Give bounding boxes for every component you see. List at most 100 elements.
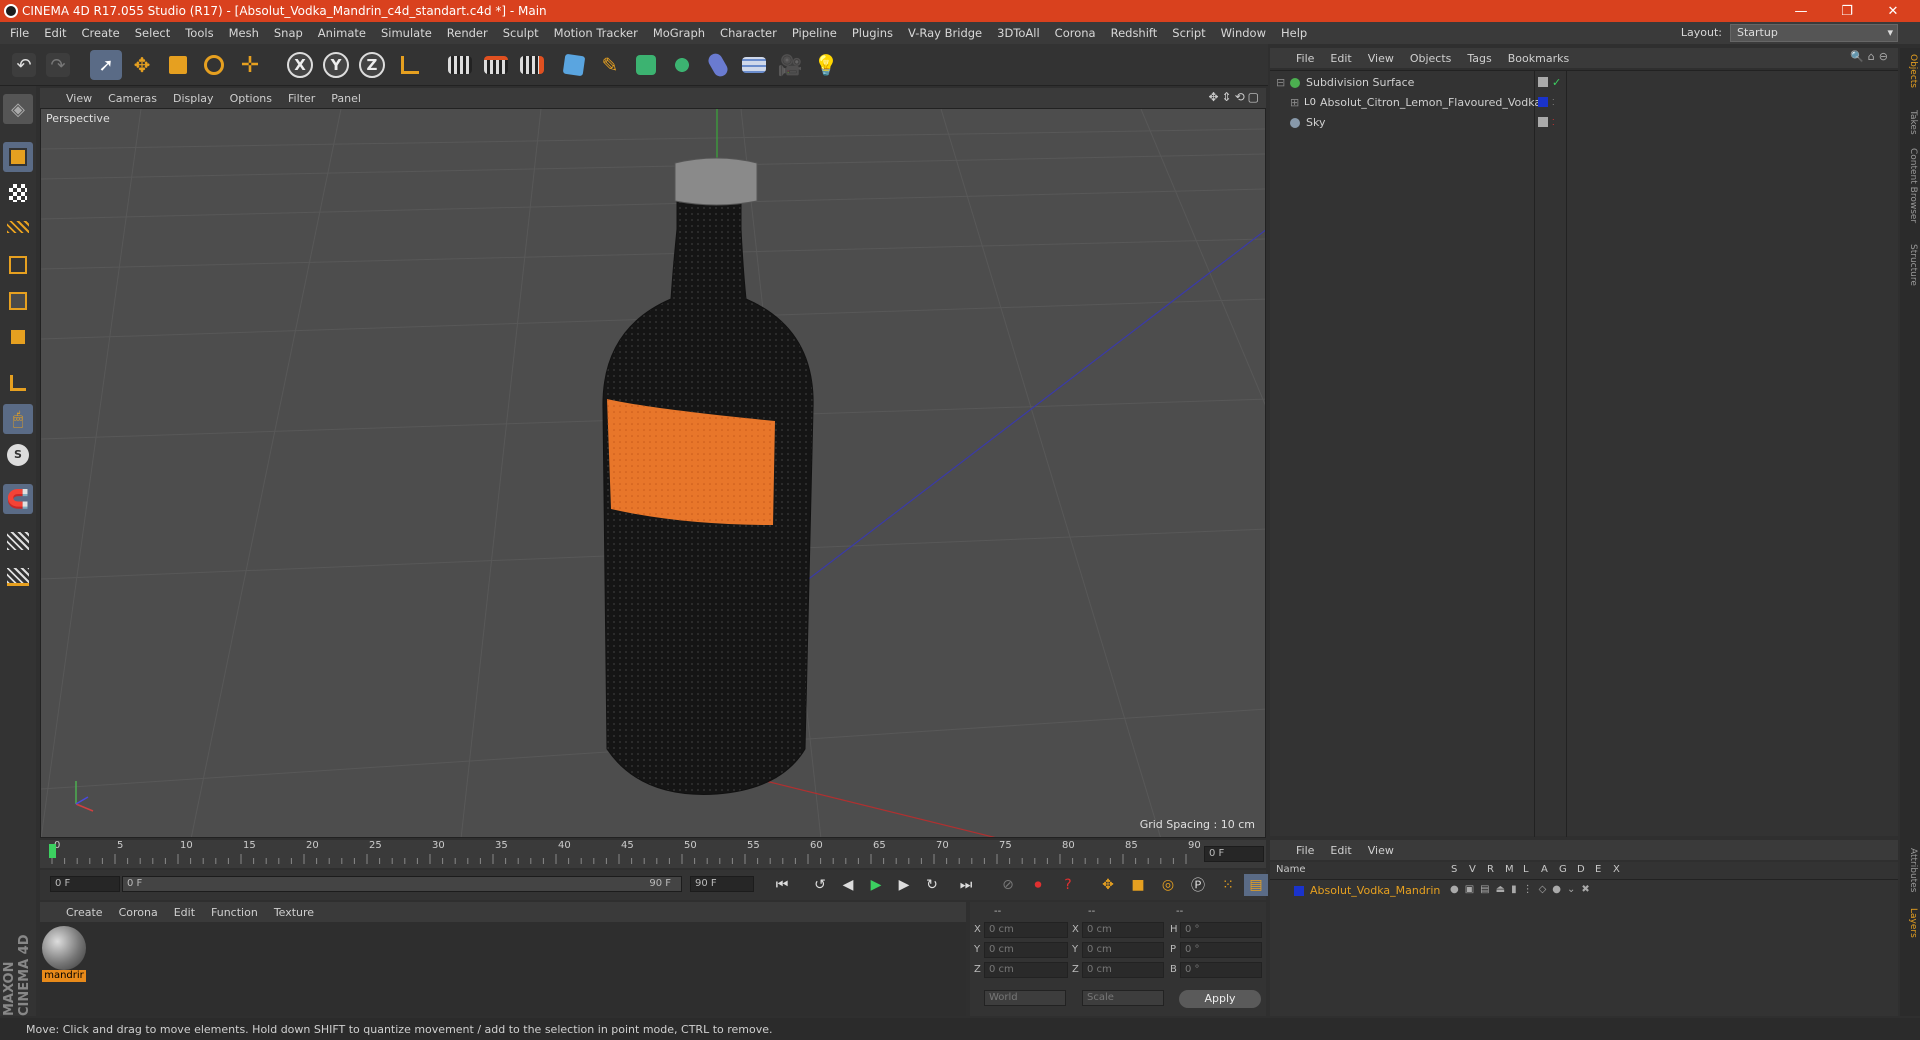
menu-vray-bridge[interactable]: V-Ray Bridge — [908, 26, 982, 40]
next-key-button[interactable]: ↻ — [920, 874, 944, 896]
key-rotation-button[interactable]: ◎ — [1156, 874, 1180, 896]
next-frame-button[interactable]: ▶ — [892, 874, 916, 896]
viewport-menu-view[interactable]: View — [66, 92, 92, 105]
close-button[interactable]: ✕ — [1870, 0, 1916, 22]
visibility-dots-icon[interactable]: ⁚ — [1552, 113, 1555, 133]
menu-motion-tracker[interactable]: Motion Tracker — [554, 26, 638, 40]
restore-button[interactable]: ❐ — [1824, 0, 1870, 22]
subdivision-button[interactable] — [630, 50, 662, 80]
menu-edit[interactable]: Edit — [44, 26, 66, 40]
workplane-button[interactable] — [3, 212, 33, 242]
menu-script[interactable]: Script — [1172, 26, 1205, 40]
material-menu-edit[interactable]: Edit — [174, 906, 195, 919]
object-manager-search-icon[interactable]: 🔍⌂⊖ — [1850, 50, 1892, 63]
start-frame-field[interactable]: 0 F — [50, 876, 120, 892]
move-tool-button[interactable]: ✥ — [126, 50, 158, 80]
rot-p-field[interactable]: 0 ° — [1180, 942, 1262, 958]
polygons-mode-button[interactable] — [3, 322, 33, 352]
live-select-button[interactable]: ✛ — [234, 50, 266, 80]
tab-structure[interactable]: Structure — [1902, 244, 1918, 286]
play-button[interactable]: ▶ — [864, 874, 888, 896]
texture-mode-button[interactable] — [3, 178, 33, 208]
playhead[interactable] — [49, 844, 56, 858]
object-menu-objects[interactable]: Objects — [1410, 52, 1452, 65]
menu-help[interactable]: Help — [1281, 26, 1307, 40]
points-mode-button[interactable] — [3, 250, 33, 280]
key-position-button[interactable]: ✥ — [1096, 874, 1120, 896]
mograph-cloner-button[interactable] — [666, 50, 698, 80]
light-button[interactable]: 💡 — [810, 50, 842, 80]
object-row[interactable]: ⊞ L0 Absolut_Citron_Lemon_Flavoured_Vodk… — [1270, 93, 1898, 113]
expand-toggle-icon[interactable]: ⊞ — [1290, 93, 1299, 113]
timeline-ruler[interactable]: 0 5 10 15 20 25 30 35 40 45 50 55 60 65 70 75 80 85 90 0 F — [40, 840, 1266, 868]
viewport-menu-options[interactable]: Options — [230, 92, 272, 105]
viewport-menu-panel[interactable]: Panel — [331, 92, 361, 105]
axis-mode-button[interactable] — [3, 368, 33, 398]
size-y-field[interactable]: 0 cm — [1082, 942, 1164, 958]
rot-h-field[interactable]: 0 ° — [1180, 922, 1262, 938]
key-pla-button[interactable]: ⁙ — [1216, 874, 1240, 896]
camera-button[interactable]: 🎥 — [774, 50, 806, 80]
rotate-tool-button[interactable] — [198, 50, 230, 80]
floor-button[interactable] — [738, 50, 770, 80]
redo-button[interactable]: ↷ — [42, 50, 74, 80]
menu-create[interactable]: Create — [82, 26, 120, 40]
size-x-field[interactable]: 0 cm — [1082, 922, 1164, 938]
make-editable-button[interactable]: ◈ — [3, 94, 33, 124]
go-to-start-button[interactable]: ⏮ — [770, 874, 794, 896]
visibility-dots-icon[interactable]: ⁚ — [1552, 93, 1555, 113]
menu-character[interactable]: Character — [720, 26, 777, 40]
select-tool-button[interactable]: ➚ — [90, 50, 122, 80]
render-view-button[interactable] — [444, 50, 476, 80]
object-row[interactable]: Sky ⁚ — [1270, 113, 1898, 133]
tab-content-browser[interactable]: Content Browser — [1902, 148, 1918, 223]
material-menu-function[interactable]: Function — [211, 906, 258, 919]
menu-pipeline[interactable]: Pipeline — [792, 26, 837, 40]
menu-select[interactable]: Select — [135, 26, 170, 40]
menu-snap[interactable]: Snap — [274, 26, 303, 40]
menu-animate[interactable]: Animate — [318, 26, 366, 40]
current-frame-field[interactable]: 0 F — [1204, 846, 1264, 862]
viewport-menu-cameras[interactable]: Cameras — [108, 92, 157, 105]
end-frame-field[interactable]: 90 F — [690, 876, 754, 892]
menu-window[interactable]: Window — [1221, 26, 1266, 40]
record-button[interactable]: ⏺ — [1026, 874, 1050, 896]
tab-layers[interactable]: Layers — [1902, 908, 1918, 938]
magnet-button[interactable]: 🧲 — [3, 484, 33, 514]
coord-mode-select[interactable]: Scale — [1082, 990, 1164, 1006]
viewport-menu-filter[interactable]: Filter — [288, 92, 315, 105]
tweak-mode-button[interactable]: 🖱 — [3, 404, 33, 434]
render-settings-button[interactable] — [516, 50, 548, 80]
expand-toggle-icon[interactable]: ⊟ — [1276, 73, 1285, 93]
material-menu-corona[interactable]: Corona — [119, 906, 158, 919]
menu-file[interactable]: File — [10, 26, 29, 40]
model-mode-button[interactable] — [3, 142, 33, 172]
frame-range-slider[interactable]: 0 F 90 F — [122, 876, 682, 892]
viewport-navigation-icons[interactable]: ✥⇕⟲▢ — [1208, 90, 1262, 104]
lock-workplane-button[interactable] — [3, 526, 33, 556]
edit-visible-icon[interactable] — [1538, 77, 1548, 87]
object-menu-file[interactable]: File — [1296, 52, 1314, 65]
menu-plugins[interactable]: Plugins — [852, 26, 893, 40]
menu-sculpt[interactable]: Sculpt — [503, 26, 539, 40]
vodka-bottle[interactable] — [602, 157, 814, 795]
layer-menu-file[interactable]: File — [1296, 844, 1314, 857]
object-row[interactable]: ⊟ Subdivision Surface ✓ — [1270, 73, 1898, 93]
perspective-viewport[interactable]: Perspective Grid Spacing : 10 cm — [40, 108, 1266, 838]
coordinate-system-button[interactable] — [394, 50, 426, 80]
pos-z-field[interactable]: 0 cm — [984, 962, 1068, 978]
undo-button[interactable]: ↶ — [8, 50, 40, 80]
material-swatch[interactable]: mandrir — [40, 922, 90, 988]
coord-space-select[interactable]: World — [984, 990, 1066, 1006]
go-to-end-button[interactable]: ⏭ — [954, 874, 978, 896]
layer-menu-edit[interactable]: Edit — [1330, 844, 1351, 857]
viewport-menu-display[interactable]: Display — [173, 92, 214, 105]
tab-takes[interactable]: Takes — [1902, 110, 1918, 135]
object-menu-tags[interactable]: Tags — [1467, 52, 1491, 65]
material-menu-create[interactable]: Create — [66, 906, 103, 919]
layer-color-icon[interactable] — [1294, 886, 1304, 896]
autokey-button[interactable]: ? — [1056, 874, 1080, 896]
axis-x-button[interactable]: X — [284, 50, 316, 80]
enabled-check-icon[interactable]: ✓ — [1552, 73, 1561, 93]
menu-simulate[interactable]: Simulate — [381, 26, 432, 40]
